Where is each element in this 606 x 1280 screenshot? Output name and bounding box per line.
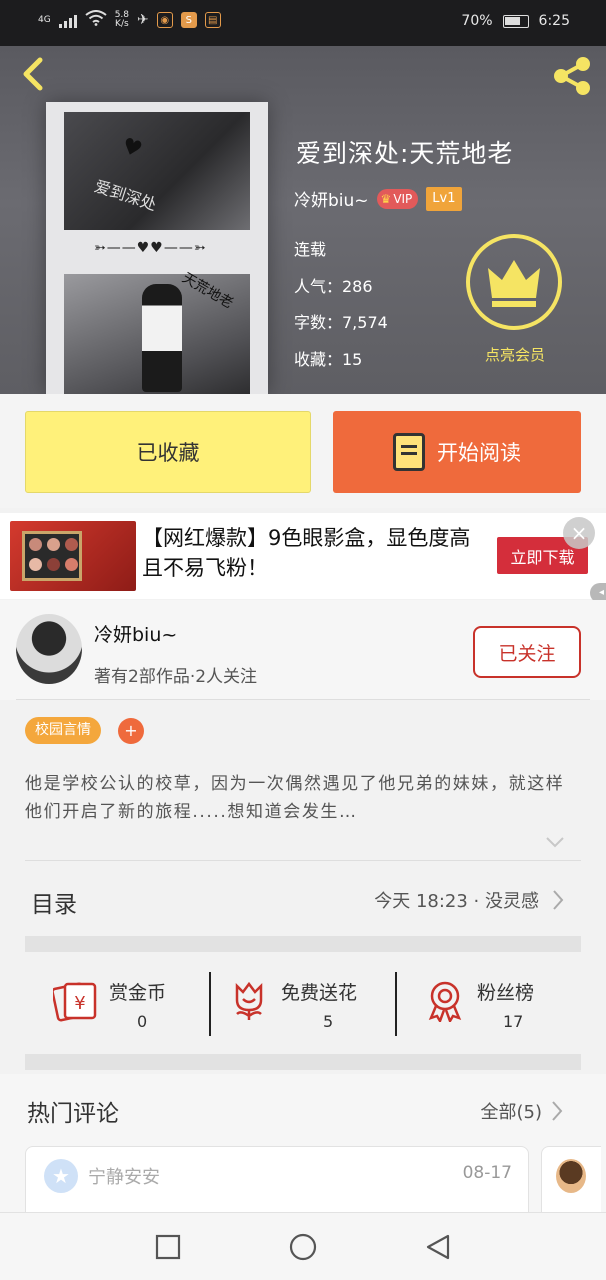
system-nav-bar — [0, 1212, 606, 1280]
cover-figure — [142, 284, 182, 392]
latest-chapter: 今天 18:23 · 没灵感 — [374, 891, 539, 912]
send-flower-button[interactable]: 免费送花 5 — [211, 954, 396, 1054]
clock: 6:25 — [538, 13, 570, 29]
level-badge: Lv1 — [426, 186, 462, 211]
home-button[interactable] — [289, 1233, 317, 1261]
author-card: 冷妍biu~ 著有2部作品·2人关注 已关注 — [0, 600, 606, 700]
net-speed: 5.8 K/s — [114, 10, 130, 29]
share-icon — [554, 57, 590, 95]
back-nav-button[interactable] — [424, 1233, 452, 1261]
status-bar: 4G 5.8 K/s ✈ ◉ S ▤ 70% 6:25 — [0, 0, 606, 46]
favorited-button[interactable]: 已收藏 — [25, 411, 311, 493]
word-count: 字数：7,574 — [294, 313, 388, 332]
back-button[interactable] — [16, 56, 52, 92]
section-separator — [25, 936, 581, 952]
ad-text: 【网红爆款】9色眼影盒，显色度高且不易飞粉！ — [142, 526, 471, 580]
hot-comments-title: 热门评论 — [27, 1101, 119, 1127]
medal-icon — [428, 981, 462, 1022]
all-comments-link[interactable]: 全部(5) — [481, 1098, 543, 1124]
favorite-count: 收藏：15 — [294, 349, 363, 369]
follow-button[interactable]: 已关注 — [473, 626, 581, 678]
cover-caption-top: 爱到深处 — [92, 176, 159, 215]
book-cover[interactable]: ♥ 爱到深处 ➳——♥♥——➳ 天荒地老 — [46, 102, 268, 394]
book-description: 他是学校公认的校草，因为一次偶然遇见了他兄弟的妹妹，就这样他们开启了新的旅程..… — [25, 774, 565, 822]
primary-actions: 已收藏 开始阅读 — [0, 394, 606, 508]
comment-avatar — [556, 1159, 586, 1193]
chevron-right-icon — [552, 1101, 563, 1121]
send-flower-count: 5 — [323, 1012, 334, 1031]
chevron-right-icon — [553, 890, 564, 910]
red-envelope-icon: ¥ — [53, 982, 97, 1022]
tip-coins-count: 0 — [137, 1012, 148, 1031]
signal-icon — [58, 12, 77, 28]
heart-icon: ♥ — [118, 133, 146, 164]
section-separator — [25, 1054, 581, 1070]
popularity: 人气：286 — [294, 276, 373, 296]
member-label: 点亮会员 — [484, 346, 545, 364]
author-avatar[interactable] — [16, 614, 82, 684]
author-row: 冷妍biu~ ♛ VIP Lv1 — [294, 186, 462, 211]
battery-percent: 70% — [461, 13, 493, 29]
ad-image — [10, 521, 136, 591]
book-title: 爱到深处:天荒地老 — [296, 139, 514, 168]
book-icon — [393, 433, 425, 471]
member-button[interactable]: 点亮会员 — [466, 234, 564, 365]
author-card-subtitle: 著有2部作品·2人关注 — [94, 667, 258, 687]
catalog-label: 目录 — [31, 892, 77, 918]
app-box-icon: ▤ — [204, 12, 221, 28]
genre-tag[interactable]: 校园言情 — [25, 717, 101, 744]
fan-ranking-count: 17 — [503, 1012, 524, 1031]
hot-comments-section: 热门评论 全部(5) ★ 宁静安安 08-17 — [0, 1074, 606, 1226]
comment-user: 宁静安安 — [88, 1167, 160, 1188]
star-avatar-icon: ★ — [44, 1159, 78, 1193]
ad-banner[interactable]: 【网红爆款】9色眼影盒，显色度高且不易飞粉！ 立即下载 — [0, 513, 606, 599]
author-card-name[interactable]: 冷妍biu~ — [94, 620, 177, 647]
network-type: 4G — [38, 14, 51, 25]
app-s-icon: S — [180, 12, 197, 28]
cover-image-top: ♥ 爱到深处 — [64, 112, 250, 230]
catalog-row[interactable]: 目录 今天 18:23 · 没灵感 — [25, 860, 581, 936]
book-stats: 连载 人气：286 字数：7,574 收藏：15 — [294, 232, 388, 378]
start-reading-button[interactable]: 开始阅读 — [333, 411, 581, 493]
tip-coins-label: 赏金币 — [109, 982, 167, 1004]
crown-small-icon: ♛ — [380, 191, 392, 206]
ad-close-button[interactable]: × — [563, 517, 595, 549]
fan-ranking-button[interactable]: 粉丝榜 17 — [397, 954, 582, 1054]
vip-badge: ♛ VIP — [376, 188, 419, 209]
cover-image-bottom: 天荒地老 — [64, 270, 250, 394]
share-button[interactable] — [550, 56, 594, 96]
recent-apps-button[interactable] — [154, 1233, 182, 1261]
app-notification-icon: ◉ — [156, 12, 173, 28]
engagement-actions: ¥ 赏金币 0 免费送花 5 粉丝榜 17 — [25, 954, 581, 1054]
fan-ranking-label: 粉丝榜 — [477, 982, 535, 1004]
comment-date: 08-17 — [462, 1163, 512, 1183]
start-reading-label: 开始阅读 — [437, 441, 521, 465]
cover-arrow-decoration: ➳——♥♥——➳ — [94, 240, 207, 256]
eyeshadow-palette — [22, 531, 82, 581]
chevron-down-icon — [546, 837, 564, 848]
send-flower-label: 免费送花 — [281, 982, 358, 1004]
add-tag-button[interactable]: + — [118, 718, 144, 744]
wifi-icon — [85, 10, 107, 30]
flower-icon — [235, 981, 263, 1020]
book-header: ♥ 爱到深处 ➳——♥♥——➳ 天荒地老 爱到深处:天荒地老 冷妍biu~ ♛ … — [0, 46, 606, 394]
back-arrow-icon — [23, 57, 43, 91]
tip-coins-button[interactable]: ¥ 赏金币 0 — [25, 954, 210, 1054]
expand-description-button[interactable] — [545, 832, 565, 852]
divider — [16, 699, 590, 700]
svg-text:¥: ¥ — [74, 993, 85, 1014]
author-name[interactable]: 冷妍biu~ — [294, 186, 369, 211]
serial-status: 连载 — [294, 240, 327, 259]
bird-icon: ✈ — [137, 12, 149, 28]
crown-icon — [466, 234, 562, 330]
battery-icon — [502, 14, 529, 28]
cover-caption-bottom: 天荒地老 — [179, 269, 236, 312]
